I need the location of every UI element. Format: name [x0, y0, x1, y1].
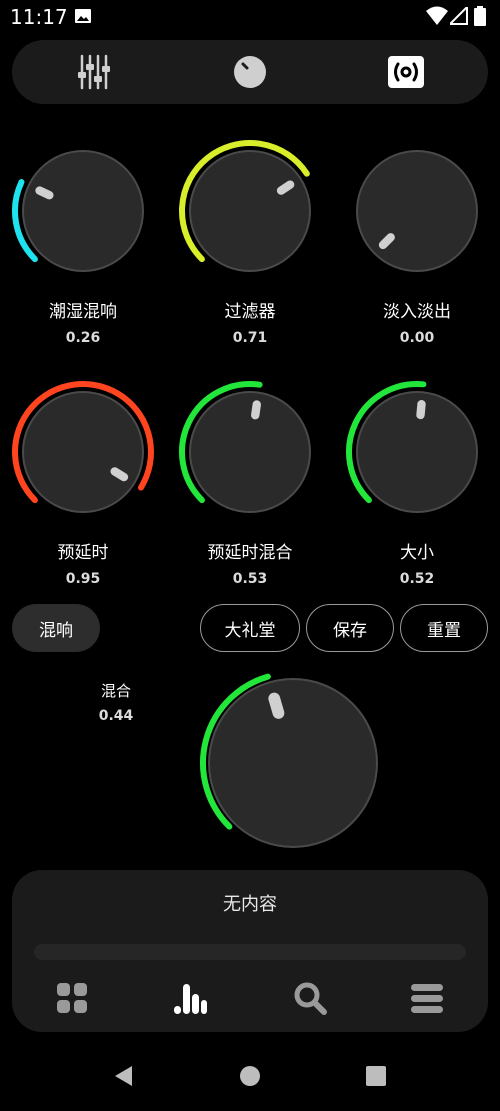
preset-button[interactable]: 大礼堂: [200, 604, 300, 652]
knob-face: [189, 150, 311, 272]
menu-icon[interactable]: [409, 980, 445, 1016]
wifi-icon: [426, 6, 448, 25]
fade-knob[interactable]: [342, 136, 492, 286]
mix-label: 混合: [100, 682, 131, 700]
effects-tab-bar: [12, 40, 488, 104]
pre-delay-mix-knob[interactable]: [175, 377, 325, 527]
now-playing-text: 无内容: [223, 894, 277, 915]
system-navigation-bar: [0, 1040, 500, 1111]
knob-indicator: [276, 180, 295, 195]
knob-face: [22, 391, 144, 513]
reverb-toggle-button[interactable]: 混响: [12, 604, 100, 652]
gallery-icon: [75, 9, 91, 23]
cell-signal-icon: [450, 7, 468, 25]
back-icon[interactable]: [112, 1064, 136, 1088]
save-button[interactable]: 保存: [306, 604, 394, 652]
mix-knob[interactable]: [198, 668, 388, 858]
reset-button[interactable]: 重置: [400, 604, 488, 652]
filter-knob[interactable]: [175, 136, 325, 286]
bars-icon[interactable]: [172, 980, 208, 1016]
knob-indicator: [268, 692, 285, 719]
filter-value: 0.71: [232, 330, 268, 346]
fade-label: 淡入淡出: [383, 302, 451, 322]
knob-indicator: [416, 400, 426, 420]
status-icons: [426, 6, 490, 28]
knob-face: [208, 678, 378, 848]
size-value: 0.52: [399, 571, 435, 587]
recents-icon[interactable]: [364, 1064, 388, 1088]
grid-icon[interactable]: [54, 980, 90, 1016]
equalizer-sliders-icon[interactable]: [74, 52, 114, 92]
wet-reverb-value: 0.26: [65, 330, 101, 346]
fade-value: 0.00: [399, 330, 435, 346]
battery-icon: [474, 6, 486, 26]
pre-delay-label: 预延时: [57, 543, 109, 563]
pre-delay-mix-label: 预延时混合: [207, 543, 293, 563]
knob-indicator: [35, 186, 54, 200]
status-bar: 11:17: [0, 0, 500, 34]
knob-face: [356, 150, 478, 272]
wet-reverb-label: 潮湿混响: [49, 302, 117, 322]
wet-reverb-knob[interactable]: [8, 136, 158, 286]
mix-value: 0.44: [98, 708, 134, 724]
search-icon[interactable]: [292, 980, 328, 1016]
pre-delay-mix-value: 0.53: [232, 571, 268, 587]
size-label: 大小: [400, 543, 434, 563]
knob-indicator: [251, 400, 261, 420]
clock: 11:17: [10, 5, 68, 29]
progress-bar[interactable]: [34, 944, 466, 960]
knob-indicator: [378, 233, 395, 250]
knob-face: [189, 391, 311, 513]
home-icon[interactable]: [238, 1064, 262, 1088]
knob-indicator: [110, 467, 129, 482]
filter-label: 过滤器: [224, 302, 276, 322]
knob-face: [22, 150, 144, 272]
player-panel: 无内容: [12, 870, 488, 1032]
knob-icon[interactable]: [230, 52, 270, 92]
pre-delay-knob[interactable]: [8, 377, 158, 527]
pre-delay-value: 0.95: [65, 571, 101, 587]
size-knob[interactable]: [342, 377, 492, 527]
surround-icon[interactable]: [386, 52, 426, 92]
